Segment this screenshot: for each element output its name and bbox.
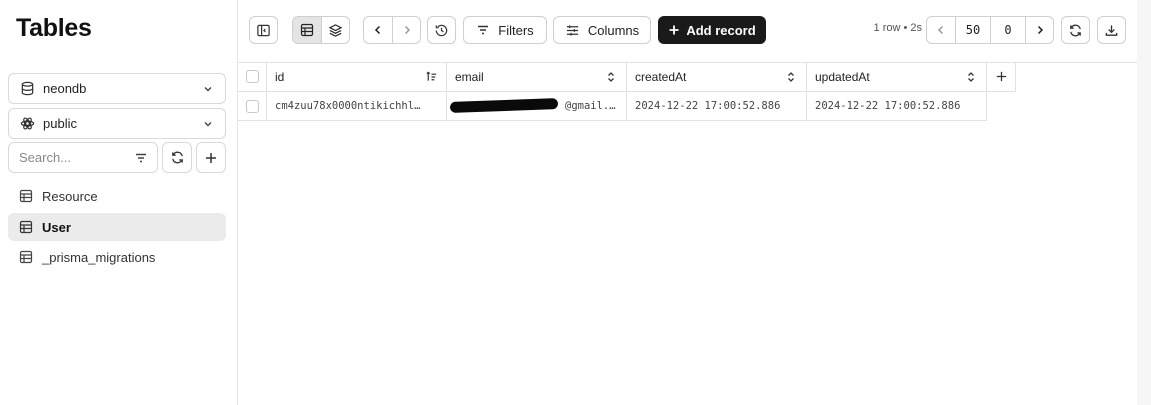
table-icon [18,188,34,204]
sidebar-item-prisma-migrations[interactable]: _prisma_migrations [8,243,226,271]
database-icon [19,81,35,97]
back-button[interactable] [364,17,392,43]
add-column-button[interactable] [987,62,1016,92]
vertical-scrollbar[interactable] [1137,0,1151,405]
chevron-right-icon [401,24,413,36]
view-mode-toggle [292,16,350,44]
column-header-label: id [275,69,285,84]
add-table-button[interactable] [196,142,226,173]
layers-icon [328,23,343,38]
page-title: Tables [16,14,92,42]
sidebar-item-label: Resource [42,188,98,204]
row-checkbox[interactable] [245,99,259,113]
sidebar-item-resource[interactable]: Resource [8,182,226,210]
download-icon [1104,23,1119,38]
page-size-field [955,17,990,43]
select-all-checkbox[interactable] [245,70,259,83]
table-icon [18,249,34,265]
grid-icon [300,23,314,37]
refresh-icon [170,150,185,165]
next-page-button[interactable] [1025,17,1053,43]
table-cell-createdat[interactable]: 2024-12-22 17:00:52.886 [627,92,807,121]
sidebar-item-user[interactable]: User [8,213,226,241]
table-cell-updatedat[interactable]: 2024-12-22 17:00:52.886 [807,92,987,121]
add-record-button[interactable]: Add record [658,16,766,44]
cell-value: @gmail.… [565,100,616,112]
history-button[interactable] [427,16,456,44]
filters-label: Filters [498,22,534,38]
offset-input[interactable] [991,23,1025,37]
row-count-status: 1 row • 2s [873,22,922,34]
table-cell-email[interactable]: @gmail.… [447,92,627,121]
column-header-id[interactable]: id [267,62,447,92]
table-search [8,142,158,173]
plus-icon [668,24,680,36]
table-cell-id[interactable]: cm4zuu78x0000ntikichhl… [267,92,447,121]
cell-value: 2024-12-22 17:00:52.886 [635,100,781,112]
cell-value: 2024-12-22 17:00:52.886 [815,100,961,112]
columns-label: Columns [587,22,640,38]
column-header-label: email [455,69,484,84]
sort-icon[interactable] [604,70,618,84]
filters-button[interactable]: Filters [463,16,547,44]
offset-field [990,17,1025,43]
schema-icon [19,116,35,132]
columns-button[interactable]: Columns [553,16,651,44]
add-record-label: Add record [686,22,756,38]
sort-icon[interactable] [784,70,798,84]
plus-icon [995,70,1008,83]
database-select[interactable]: neondb [8,73,226,104]
chevron-down-icon [201,82,215,96]
refresh-tables-button[interactable] [162,142,192,173]
search-input[interactable] [19,150,119,165]
column-header-email[interactable]: email [447,62,627,92]
refresh-icon [1068,23,1083,38]
refresh-button[interactable] [1061,16,1090,44]
filter-icon [476,23,490,37]
history-icon [434,23,449,38]
column-header-label: createdAt [635,69,687,84]
chevron-down-icon [201,117,215,131]
chevron-left-icon [935,24,947,36]
schema-select[interactable]: public [8,108,226,139]
cell-value: cm4zuu78x0000ntikichhl… [275,100,421,112]
select-all-cell [238,62,267,92]
chevron-left-icon [372,24,384,36]
column-header-createdat[interactable]: createdAt [627,62,807,92]
schema-select-label: public [43,116,77,131]
sidebar-item-label: User [42,219,71,235]
row-select-cell [238,92,267,121]
forward-button[interactable] [392,17,420,43]
pagination [926,16,1054,44]
export-button[interactable] [1097,16,1126,44]
sort-icon[interactable] [964,70,978,84]
sidebar-toggle-icon [256,23,271,38]
plus-icon [204,151,218,165]
toggle-sidebar-button[interactable] [249,16,278,44]
prev-page-button[interactable] [927,17,955,43]
redaction-mark [449,98,559,113]
page-size-input[interactable] [956,23,990,37]
table-icon [18,219,34,235]
chevron-right-icon [1034,24,1046,36]
schema-view-button[interactable] [321,17,349,43]
sliders-icon [565,23,580,38]
sort-ascending-icon[interactable] [424,70,438,84]
history-nav [363,16,421,44]
filter-icon[interactable] [133,150,149,166]
table-view-button[interactable] [293,17,321,43]
database-select-label: neondb [43,81,87,96]
column-header-label: updatedAt [815,69,870,84]
sidebar-item-label: _prisma_migrations [42,249,156,265]
sidebar: Tables neondb public Search... Resource … [0,0,238,405]
column-header-updatedat[interactable]: updatedAt [807,62,987,92]
